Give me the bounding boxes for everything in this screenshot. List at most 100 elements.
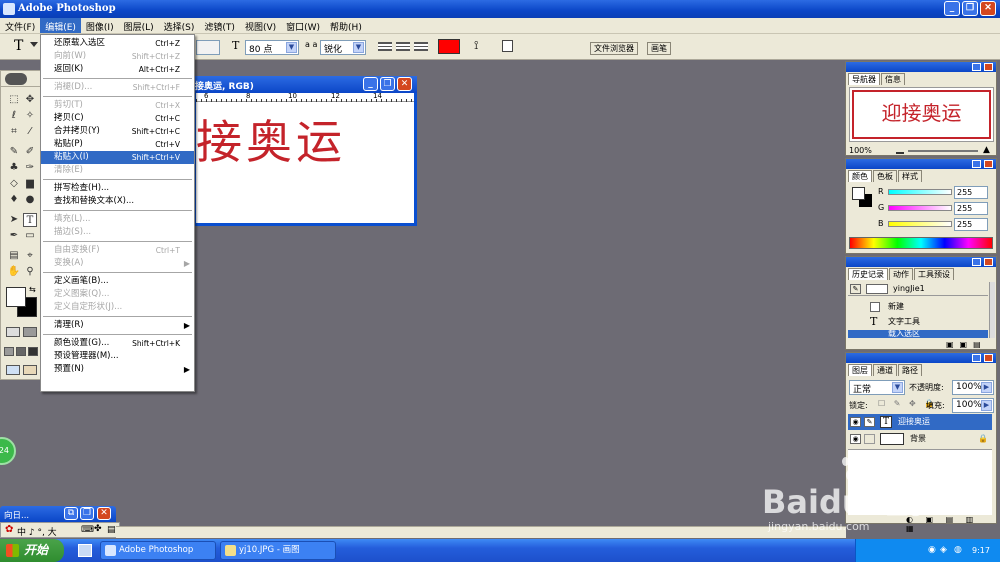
- ime-logo-icon[interactable]: ✿: [5, 524, 13, 535]
- navigator-preview[interactable]: 迎接奥运: [849, 87, 994, 142]
- ime-menu-icon[interactable]: ▤: [107, 525, 116, 535]
- layer-row-text[interactable]: ◉ ✎ T 迎接奥运: [848, 414, 992, 430]
- doc-close-button[interactable]: ✕: [397, 77, 412, 91]
- text-tool-icon[interactable]: T: [14, 38, 23, 54]
- doc-minimize-button[interactable]: _: [363, 77, 378, 91]
- history-item-selected[interactable]: 载入选区: [848, 330, 988, 338]
- eye-icon[interactable]: ◉: [850, 434, 861, 444]
- brush-tool-icon[interactable]: ✐: [23, 145, 37, 159]
- marquee-tool-icon[interactable]: ⬚: [7, 93, 21, 107]
- screen-mode-full-icon[interactable]: [28, 347, 38, 356]
- menu-image[interactable]: 图像(I): [81, 18, 119, 33]
- channel-b-slider[interactable]: [888, 221, 952, 227]
- channel-b-value[interactable]: 255: [954, 218, 988, 231]
- zoom-in-icon[interactable]: ▲: [983, 145, 990, 155]
- taskbar-button-photoshop[interactable]: Adobe Photoshop: [100, 541, 216, 560]
- shape-tool-icon[interactable]: ▭: [23, 229, 37, 243]
- palette-close-button[interactable]: [984, 160, 993, 168]
- mini-close-button[interactable]: ✕: [97, 507, 111, 520]
- tab-info[interactable]: 信息: [881, 73, 905, 85]
- edit-menu-item[interactable]: 预设管理器(M)...: [41, 350, 194, 363]
- tab-navigator[interactable]: 导航器: [848, 73, 880, 85]
- tool-preset-dropdown-icon[interactable]: [30, 42, 38, 48]
- align-center-icon[interactable]: [396, 42, 410, 51]
- doc-maximize-button[interactable]: ❐: [380, 77, 395, 91]
- palette-close-button[interactable]: [984, 354, 993, 362]
- edit-menu-item[interactable]: 清理(R) ▶: [41, 319, 194, 332]
- start-button[interactable]: 开始: [0, 539, 64, 562]
- text-color-swatch[interactable]: [438, 39, 460, 54]
- eyedropper-icon[interactable]: ⌖: [23, 249, 37, 263]
- history-scrollbar[interactable]: [989, 282, 995, 338]
- tab-layers[interactable]: 图层: [848, 364, 872, 376]
- menu-select[interactable]: 选择(S): [159, 18, 200, 33]
- canvas-text[interactable]: 接奥运: [196, 106, 346, 172]
- zoom-tool-icon[interactable]: ⚲: [23, 265, 37, 279]
- zoom-out-icon[interactable]: [896, 148, 904, 154]
- link-icon[interactable]: [864, 434, 875, 444]
- floating-badge[interactable]: 24: [0, 437, 16, 465]
- swap-colors-icon[interactable]: ⇆: [29, 285, 36, 294]
- history-item[interactable]: 新建: [848, 300, 988, 314]
- tab-brushes[interactable]: 画笔: [647, 42, 671, 55]
- history-actions[interactable]: ▣▣▤: [946, 340, 987, 349]
- navigator-zoom[interactable]: 100%: [849, 146, 872, 155]
- history-snapshot[interactable]: ✎ yingJie1: [848, 282, 988, 296]
- security-icon[interactable]: ◈: [940, 539, 947, 562]
- history-brush-source-icon[interactable]: ✎: [850, 284, 861, 294]
- pen-tool-icon[interactable]: ✒: [7, 229, 21, 243]
- tab-tool-presets[interactable]: 工具预设: [914, 268, 954, 280]
- edit-menu-item[interactable]: 返回(K) Alt+Ctrl+Z: [41, 63, 194, 76]
- color-ramp[interactable]: [849, 237, 993, 249]
- lasso-tool-icon[interactable]: ℓ: [7, 109, 21, 123]
- history-brush-icon[interactable]: ✑: [23, 161, 37, 175]
- ime-skin-icon[interactable]: ✤: [94, 524, 102, 534]
- channel-r-value[interactable]: 255: [954, 186, 988, 199]
- palettes-toggle-icon[interactable]: [502, 40, 513, 52]
- move-tool-icon[interactable]: ✥: [23, 93, 37, 107]
- edit-menu-item[interactable]: 粘贴入(I) Shift+Ctrl+V: [41, 151, 194, 164]
- edit-menu-item[interactable]: 还原载入选区 Ctrl+Z: [41, 37, 194, 50]
- gradient-tool-icon[interactable]: ▆: [23, 177, 37, 191]
- ime-status[interactable]: 中 ♪ °, 大: [17, 525, 57, 538]
- menu-layer[interactable]: 图层(L): [119, 18, 159, 33]
- healing-brush-icon[interactable]: ✎: [7, 145, 21, 159]
- palette-minimize-button[interactable]: [972, 63, 981, 71]
- maximize-button[interactable]: ❐: [962, 1, 978, 16]
- blur-tool-icon[interactable]: ♦: [7, 193, 21, 207]
- layer-row-background[interactable]: ◉ 背景 🔒: [848, 431, 992, 447]
- notes-tool-icon[interactable]: ▤: [7, 249, 21, 263]
- align-left-icon[interactable]: [378, 42, 392, 51]
- screen-mode-standard-icon[interactable]: [4, 347, 14, 356]
- clone-stamp-icon[interactable]: ♣: [7, 161, 21, 175]
- slice-tool-icon[interactable]: ⁄: [23, 125, 37, 139]
- edit-menu-item[interactable]: 定义画笔(B)...: [41, 275, 194, 288]
- minimize-button[interactable]: _: [944, 1, 960, 16]
- tab-paths[interactable]: 路径: [898, 364, 922, 376]
- fill-field[interactable]: 100% ▶: [952, 398, 994, 413]
- menu-filter[interactable]: 滤镜(T): [199, 18, 240, 33]
- tab-styles[interactable]: 样式: [898, 170, 922, 182]
- quick-launch-icon[interactable]: [78, 544, 92, 557]
- hand-tool-icon[interactable]: ✋: [7, 265, 21, 279]
- align-right-icon[interactable]: [414, 42, 428, 51]
- edit-menu-item[interactable]: 拼写检查(H)...: [41, 182, 194, 195]
- tab-color[interactable]: 颜色: [848, 170, 872, 182]
- type-tool-icon[interactable]: T: [23, 213, 37, 227]
- volume-icon[interactable]: ◍: [954, 539, 962, 562]
- palette-minimize-button[interactable]: [972, 258, 981, 266]
- palette-minimize-button[interactable]: [972, 354, 981, 362]
- zoom-slider[interactable]: [908, 150, 978, 152]
- opacity-field[interactable]: 100% ▶: [952, 380, 994, 395]
- standard-mode-icon[interactable]: [6, 327, 20, 337]
- menu-edit[interactable]: 编辑(E): [40, 18, 81, 33]
- warp-text-icon[interactable]: ⟟: [474, 38, 478, 53]
- palette-close-button[interactable]: [984, 258, 993, 266]
- mini-maximize-button[interactable]: ❐: [80, 507, 94, 520]
- palette-close-button[interactable]: [984, 63, 993, 71]
- tab-history[interactable]: 历史记录: [848, 268, 888, 280]
- mini-window[interactable]: 向日... ⧉ ❐ ✕: [0, 506, 116, 522]
- mini-restore-button[interactable]: ⧉: [64, 507, 78, 520]
- foreground-color[interactable]: [6, 287, 26, 307]
- taskbar-button-paint[interactable]: yj10.JPG - 画图: [220, 541, 336, 560]
